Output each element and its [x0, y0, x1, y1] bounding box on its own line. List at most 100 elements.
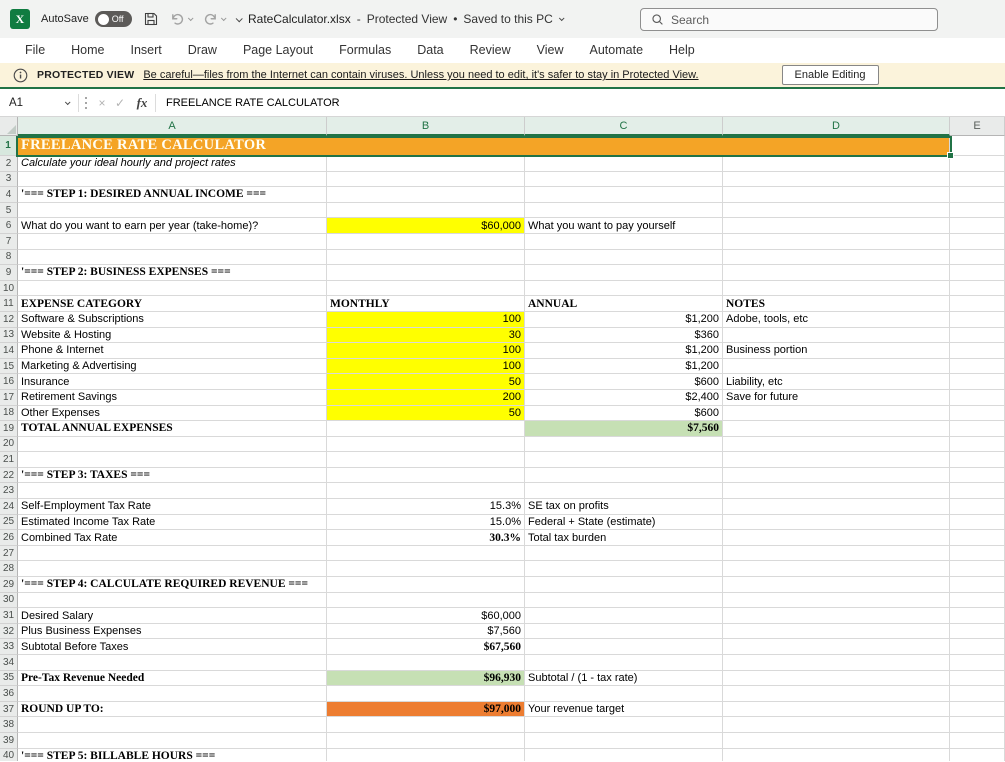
- row-header-18[interactable]: 18: [0, 405, 18, 422]
- cell-C13[interactable]: $360: [525, 327, 723, 344]
- cell-B6[interactable]: $60,000: [327, 218, 525, 234]
- cell-A12[interactable]: Software & Subscriptions: [18, 311, 327, 328]
- cell-E27[interactable]: [950, 545, 1005, 562]
- row-header-23[interactable]: 23: [0, 483, 18, 500]
- cell-D3[interactable]: [723, 171, 950, 188]
- cell-D35[interactable]: [723, 670, 950, 687]
- row-header-13[interactable]: 13: [0, 327, 18, 344]
- cell-A5[interactable]: [18, 202, 327, 219]
- cell-B7[interactable]: [327, 233, 525, 250]
- cell-E16[interactable]: [950, 374, 1005, 390]
- cell-C16[interactable]: $600: [525, 374, 723, 390]
- cell-A21[interactable]: [18, 452, 327, 468]
- cell-C39[interactable]: [525, 732, 723, 749]
- cell-C5[interactable]: [525, 202, 723, 219]
- row-header-31[interactable]: 31: [0, 608, 18, 624]
- cell-B17[interactable]: 200: [327, 389, 525, 406]
- menu-tab-home[interactable]: Home: [58, 38, 117, 63]
- cell-A25[interactable]: Estimated Income Tax Rate: [18, 514, 327, 531]
- cell-D40[interactable]: [723, 748, 950, 761]
- cell-D21[interactable]: [723, 452, 950, 468]
- cell-D2[interactable]: [723, 156, 950, 172]
- cell-B30[interactable]: [327, 592, 525, 609]
- cell-A35[interactable]: Pre-Tax Revenue Needed: [18, 670, 327, 687]
- cell-D14[interactable]: Business portion: [723, 343, 950, 359]
- cell-E1[interactable]: [950, 136, 1005, 156]
- cell-C18[interactable]: $600: [525, 405, 723, 422]
- row-header-34[interactable]: 34: [0, 655, 18, 671]
- row-header-32[interactable]: 32: [0, 623, 18, 640]
- cell-B12[interactable]: 100: [327, 311, 525, 328]
- cell-B40[interactable]: [327, 748, 525, 761]
- cell-D12[interactable]: Adobe, tools, etc: [723, 311, 950, 328]
- cell-D26[interactable]: [723, 530, 950, 546]
- menu-tab-review[interactable]: Review: [457, 38, 524, 63]
- cell-B9[interactable]: [327, 265, 525, 281]
- cell-B11[interactable]: MONTHLY: [327, 296, 525, 312]
- cell-A32[interactable]: Plus Business Expenses: [18, 623, 327, 640]
- cell-D39[interactable]: [723, 732, 950, 749]
- menu-tab-file[interactable]: File: [12, 38, 58, 63]
- cell-A3[interactable]: [18, 171, 327, 188]
- cell-D4[interactable]: [723, 187, 950, 203]
- cell-A31[interactable]: Desired Salary: [18, 608, 327, 624]
- cell-A27[interactable]: [18, 545, 327, 562]
- menu-tab-data[interactable]: Data: [404, 38, 456, 63]
- cell-E22[interactable]: [950, 467, 1005, 484]
- cell-B8[interactable]: [327, 249, 525, 266]
- cell-D37[interactable]: [723, 701, 950, 718]
- row-header-21[interactable]: 21: [0, 452, 18, 468]
- row-header-3[interactable]: 3: [0, 171, 18, 188]
- cell-D5[interactable]: [723, 202, 950, 219]
- cell-E38[interactable]: [950, 717, 1005, 733]
- cell-C27[interactable]: [525, 545, 723, 562]
- row-header-22[interactable]: 22: [0, 467, 18, 484]
- column-header-B[interactable]: B: [327, 117, 525, 136]
- row-header-27[interactable]: 27: [0, 545, 18, 562]
- cell-B37[interactable]: $97,000: [327, 701, 525, 718]
- row-header-10[interactable]: 10: [0, 280, 18, 297]
- cell-D13[interactable]: [723, 327, 950, 344]
- cell-B36[interactable]: [327, 686, 525, 702]
- cell-C35[interactable]: Subtotal / (1 - tax rate): [525, 670, 723, 687]
- cell-A7[interactable]: [18, 233, 327, 250]
- cell-D23[interactable]: [723, 483, 950, 500]
- cell-A15[interactable]: Marketing & Advertising: [18, 358, 327, 375]
- cell-A38[interactable]: [18, 717, 327, 733]
- cell-D11[interactable]: NOTES: [723, 296, 950, 312]
- cell-D16[interactable]: Liability, etc: [723, 374, 950, 390]
- cell-B2[interactable]: [327, 156, 525, 172]
- cell-E18[interactable]: [950, 405, 1005, 422]
- cell-D28[interactable]: [723, 561, 950, 578]
- row-header-2[interactable]: 2: [0, 156, 18, 172]
- cell-A39[interactable]: [18, 732, 327, 749]
- cell-D31[interactable]: [723, 608, 950, 624]
- cell-B32[interactable]: $7,560: [327, 623, 525, 640]
- cell-E5[interactable]: [950, 202, 1005, 219]
- formula-input[interactable]: FREELANCE RATE CALCULATOR: [156, 97, 340, 109]
- redo-button[interactable]: [203, 12, 227, 27]
- cell-E19[interactable]: [950, 421, 1005, 437]
- cell-A33[interactable]: Subtotal Before Taxes: [18, 639, 327, 655]
- cell-E31[interactable]: [950, 608, 1005, 624]
- cell-C26[interactable]: Total tax burden: [525, 530, 723, 546]
- cell-B33[interactable]: $67,560: [327, 639, 525, 655]
- cell-B39[interactable]: [327, 732, 525, 749]
- cell-E10[interactable]: [950, 280, 1005, 297]
- row-header-25[interactable]: 25: [0, 514, 18, 531]
- cell-A23[interactable]: [18, 483, 327, 500]
- cell-A17[interactable]: Retirement Savings: [18, 389, 327, 406]
- cell-E7[interactable]: [950, 233, 1005, 250]
- cell-B24[interactable]: 15.3%: [327, 499, 525, 515]
- cell-D19[interactable]: [723, 421, 950, 437]
- row-header-9[interactable]: 9: [0, 265, 18, 281]
- cell-C37[interactable]: Your revenue target: [525, 701, 723, 718]
- cell-C8[interactable]: [525, 249, 723, 266]
- cell-A18[interactable]: Other Expenses: [18, 405, 327, 422]
- row-header-16[interactable]: 16: [0, 374, 18, 390]
- row-header-28[interactable]: 28: [0, 561, 18, 578]
- cell-C14[interactable]: $1,200: [525, 343, 723, 359]
- saved-to-pc-dropdown[interactable]: Saved to this PC: [463, 12, 552, 26]
- cell-B35[interactable]: $96,930: [327, 670, 525, 687]
- column-header-A[interactable]: A: [18, 117, 327, 136]
